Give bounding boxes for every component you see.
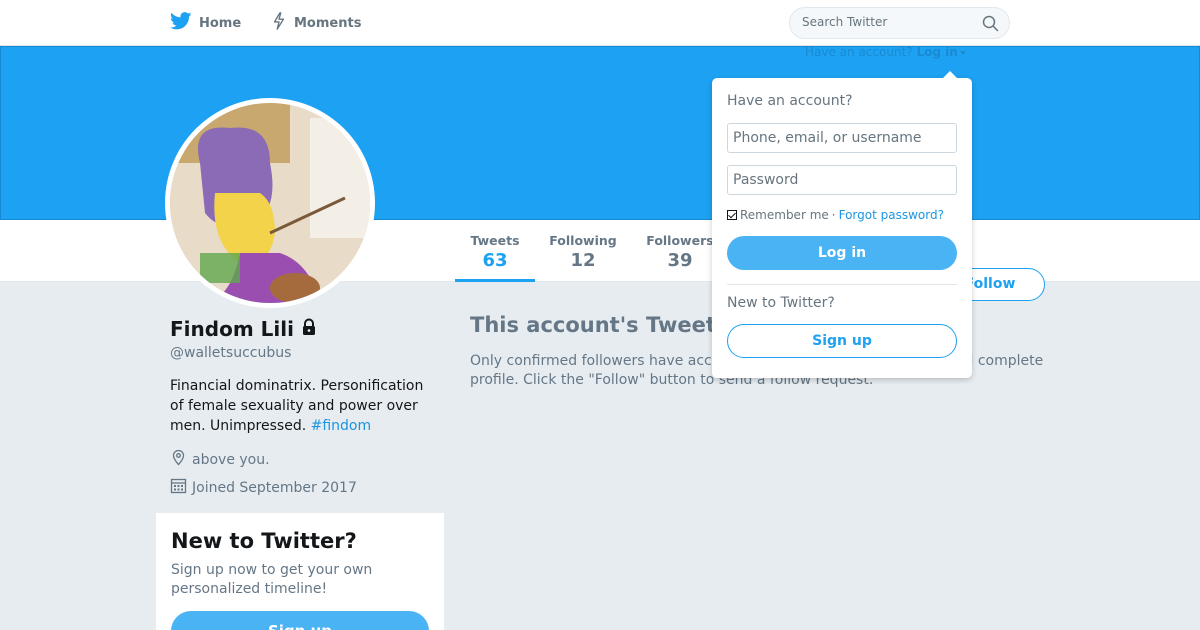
profile-location: above you.	[170, 449, 270, 470]
calendar-icon	[170, 477, 187, 498]
username-field[interactable]	[727, 123, 957, 153]
login-prompt: Have an account? Log in	[805, 45, 966, 59]
tab-tweets[interactable]: Tweets 63	[455, 233, 535, 282]
password-field[interactable]	[727, 165, 957, 195]
twitter-bird-icon	[170, 12, 192, 34]
profile-name-text[interactable]: Findom Lili	[170, 317, 294, 341]
signup-card-title: New to Twitter?	[171, 529, 357, 553]
login-button[interactable]: Log in	[727, 236, 957, 270]
signup-card: New to Twitter? Sign up now to get your …	[156, 513, 444, 630]
avatar[interactable]	[165, 98, 375, 308]
search-icon[interactable]	[982, 15, 999, 36]
tab-following[interactable]: Following 12	[543, 233, 623, 271]
separator-dot: ·	[831, 208, 836, 222]
dropdown-divider	[727, 284, 957, 285]
profile-handle[interactable]: @walletsuccubus	[170, 345, 291, 361]
login-dropdown-heading: Have an account?	[727, 93, 853, 109]
nav-home-label: Home	[199, 15, 242, 31]
caret-down-icon	[959, 50, 966, 55]
following-label: Following	[549, 233, 617, 248]
remember-row: Remember me · Forgot password?	[727, 208, 944, 222]
new-to-twitter-text: New to Twitter?	[727, 295, 835, 311]
bio-hashtag-link[interactable]: #findom	[311, 418, 372, 434]
signup-button[interactable]: Sign up	[727, 324, 957, 358]
tab-followers[interactable]: Followers 39	[640, 233, 720, 271]
have-account-text: Have an account?	[805, 45, 913, 59]
login-dropdown-toggle[interactable]: Log in	[916, 45, 966, 59]
following-count: 12	[570, 250, 596, 271]
nav-moments[interactable]: Moments	[271, 0, 361, 46]
tweets-label: Tweets	[470, 233, 520, 248]
lock-icon	[300, 317, 318, 341]
signup-card-description: Sign up now to get your own personalized…	[171, 562, 373, 597]
signup-card-button[interactable]: Sign up	[171, 611, 429, 630]
profile-join-date: Joined September 2017	[170, 477, 357, 498]
profile-bio: Financial dominatrix. Personification of…	[170, 376, 440, 436]
top-navigation-bar: Home Moments	[0, 0, 1200, 46]
profile-name: Findom Lili	[170, 317, 318, 341]
avatar-image	[170, 103, 370, 303]
joined-text: Joined September 2017	[192, 479, 357, 496]
nav-home[interactable]: Home	[170, 0, 241, 46]
location-pin-icon	[170, 449, 187, 470]
bio-text: Financial dominatrix. Personification of…	[170, 378, 424, 434]
location-text: above you.	[192, 451, 270, 468]
tweets-count: 63	[482, 250, 508, 271]
login-dropdown: Have an account? Remember me · Forgot pa…	[712, 71, 972, 378]
remember-me-checkbox[interactable]	[727, 210, 737, 220]
lightning-bolt-icon	[271, 12, 287, 34]
followers-count: 39	[667, 250, 693, 271]
search-input[interactable]	[802, 15, 972, 29]
remember-me-label[interactable]: Remember me	[740, 208, 829, 222]
followers-label: Followers	[646, 233, 714, 248]
nav-moments-label: Moments	[294, 15, 362, 31]
search-box	[789, 7, 1010, 39]
forgot-password-link[interactable]: Forgot password?	[839, 208, 944, 222]
